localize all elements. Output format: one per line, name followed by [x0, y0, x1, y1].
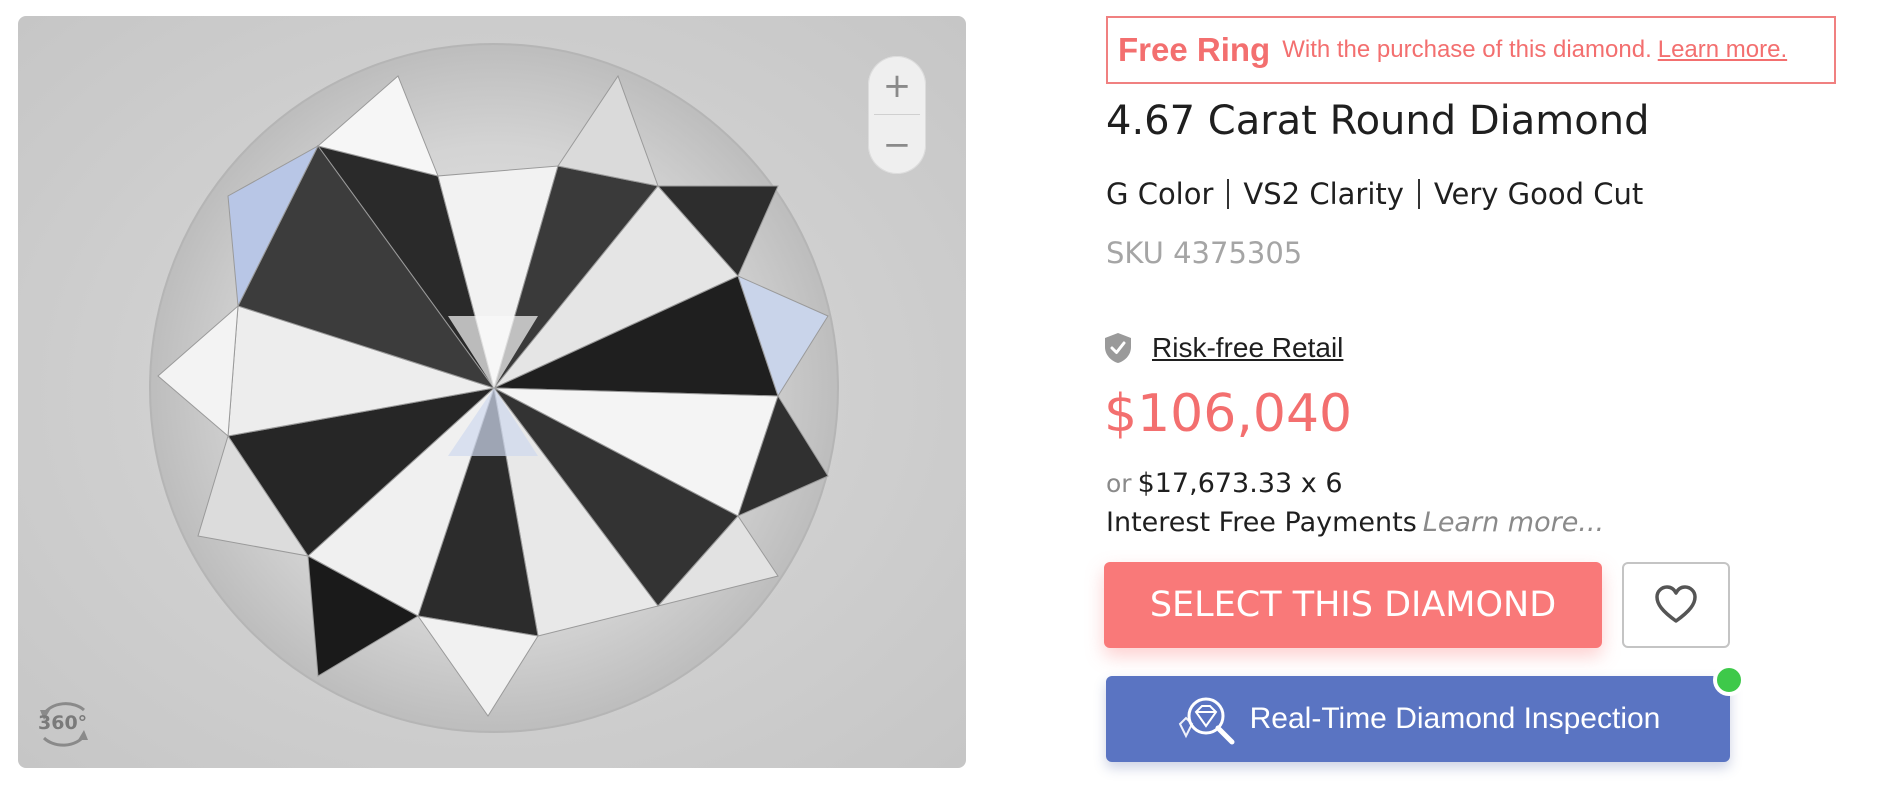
zoom-control: + − — [868, 56, 926, 174]
interest-free-text: Interest Free Payments — [1106, 507, 1417, 538]
risk-free-retail: Risk-free Retail — [1104, 332, 1343, 364]
spec-cut: Very Good Cut — [1433, 177, 1644, 211]
product-price: $106,040 — [1104, 384, 1353, 444]
installment-info: or $17,673.33 x 6 — [1106, 468, 1343, 499]
risk-free-retail-link[interactable]: Risk-free Retail — [1152, 332, 1343, 364]
diamond-image-viewer[interactable]: + − 360° — [18, 16, 966, 768]
promo-description: With the purchase of this diamond. — [1282, 36, 1652, 63]
product-title: 4.67 Carat Round Diamond — [1106, 98, 1650, 144]
spec-separator — [1417, 179, 1420, 209]
diamond-image — [149, 43, 839, 733]
diamond-inspection-button[interactable]: Real-Time Diamond Inspection — [1106, 676, 1730, 762]
spec-separator — [1227, 179, 1230, 209]
interest-free-info: Interest Free Payments Learn more... — [1106, 507, 1604, 538]
rotate-360-label: 360° — [38, 712, 88, 734]
free-ring-banner: Free Ring With the purchase of this diam… — [1106, 16, 1836, 84]
interest-learn-more-link[interactable]: Learn more... — [1423, 507, 1604, 538]
wishlist-button[interactable] — [1622, 562, 1730, 648]
zoom-in-button[interactable]: + — [868, 56, 926, 115]
promo-learn-more-link[interactable]: Learn more. — [1658, 36, 1787, 64]
select-diamond-button[interactable]: SELECT THIS DIAMOND — [1104, 562, 1602, 648]
promo-title: Free Ring — [1118, 31, 1271, 68]
product-sku: SKU 4375305 — [1106, 236, 1303, 270]
diamond-magnifier-icon — [1178, 697, 1235, 745]
spec-clarity: VS2 Clarity — [1243, 177, 1404, 211]
installment-amount: $17,673.33 x 6 — [1137, 468, 1343, 499]
rotate-360-button[interactable]: 360° — [34, 696, 94, 752]
heart-icon — [1655, 585, 1697, 623]
online-status-indicator — [1713, 664, 1745, 696]
diamond-inspection-label: Real-Time Diamond Inspection — [1249, 702, 1661, 735]
product-specs: G Color VS2 Clarity Very Good Cut — [1106, 177, 1643, 211]
zoom-out-button[interactable]: − — [868, 115, 926, 174]
spec-color: G Color — [1106, 177, 1214, 211]
installment-or: or — [1106, 469, 1132, 498]
shield-check-icon — [1105, 333, 1131, 363]
